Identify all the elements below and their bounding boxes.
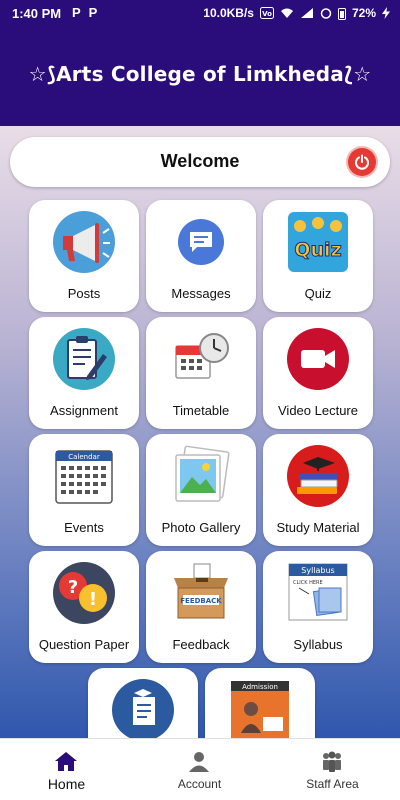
power-icon (355, 154, 369, 170)
quiz-icon-text: Quiz (294, 239, 341, 261)
nav-account[interactable]: Account (133, 739, 266, 800)
tile-timetable[interactable]: Timetable (146, 317, 256, 429)
notification-p-icon: P (88, 5, 98, 20)
tile-photo-gallery[interactable]: Photo Gallery (146, 434, 256, 546)
alarm-icon (320, 8, 332, 19)
tile-messages[interactable]: Messages (146, 200, 256, 312)
gallery-icon (175, 445, 230, 502)
volte-icon: Vo (259, 7, 274, 19)
tile-quiz[interactable]: Quiz Quiz (263, 200, 373, 312)
nav-home[interactable]: Home (0, 739, 133, 800)
syllabus-click-text: CLICK HERE (293, 580, 323, 586)
tile-study-material[interactable]: Study Material (263, 434, 373, 546)
staff-icon (323, 751, 341, 772)
account-icon (189, 752, 209, 772)
network-speed: 10.0KB/s (203, 6, 254, 20)
question-icon: ? ! (53, 562, 115, 624)
wifi-icon (280, 8, 293, 18)
tile-question-paper[interactable]: ? ! Question Paper (29, 551, 139, 663)
welcome-bar: Welcome (10, 137, 390, 187)
admission-icon: Admission (231, 681, 289, 738)
notification-p-icon: P (72, 5, 81, 20)
tile-label: Feedback (172, 637, 230, 652)
logout-button[interactable] (348, 148, 376, 176)
syllabus-icon-text: Syllabus (301, 566, 334, 575)
tile-video-lecture[interactable]: Video Lecture (263, 317, 373, 429)
quiz-icon: Quiz (288, 212, 348, 272)
tile-label: Question Paper (38, 637, 130, 652)
status-app-icons: P P (72, 5, 97, 20)
video-icon (287, 328, 349, 390)
tile-feedback[interactable]: FEEDBACK Feedback (146, 551, 256, 663)
tile-posts[interactable]: Posts (29, 200, 139, 312)
tile-label: Messages (171, 286, 231, 301)
nav-label: Home (47, 776, 86, 792)
dashboard-area: Welcome Posts Messages Quiz Quiz Assignm… (0, 126, 400, 738)
calendar-icon: Calendar (55, 450, 113, 504)
battery-icon (337, 7, 346, 20)
calendar-icon-text: Calendar (68, 453, 100, 461)
tile-label: Photo Gallery (161, 520, 241, 535)
app-header: 1:40 PM P P 10.0KB/s Vo 72% ☆⟆Arts Colle… (0, 0, 400, 126)
tile-label: Events (64, 520, 104, 535)
tile-certificate[interactable] (88, 668, 198, 738)
page-title: ☆⟆Arts College of Limkheda⟅☆ (28, 62, 372, 86)
signal-icon (300, 8, 313, 18)
svg-text:!: ! (89, 589, 97, 610)
tile-label: Quiz (304, 286, 332, 301)
charging-icon (382, 7, 390, 19)
nav-label: Staff Area (306, 777, 359, 791)
home-icon (55, 752, 77, 771)
welcome-text: Welcome (160, 151, 240, 171)
svg-text:?: ? (68, 577, 78, 598)
status-right: 10.0KB/s Vo 72% (203, 6, 390, 20)
status-bar: 1:40 PM P P 10.0KB/s Vo 72% (0, 0, 400, 26)
tile-label: Study Material (276, 520, 360, 535)
svg-text:Vo: Vo (262, 10, 272, 18)
tile-label: Assignment (50, 403, 118, 418)
tile-label: Posts (67, 286, 101, 301)
certificate-icon (112, 679, 174, 738)
admission-icon-text: Admission (242, 683, 278, 691)
megaphone-icon (53, 211, 115, 273)
tile-admission[interactable]: Admission (205, 668, 315, 738)
assignment-icon (53, 328, 115, 390)
feedback-icon: FEEDBACK (174, 563, 228, 619)
syllabus-icon: Syllabus CLICK HERE (288, 563, 348, 621)
timetable-icon (175, 333, 229, 379)
nav-label: Account (177, 777, 222, 791)
tile-assignment[interactable]: Assignment (29, 317, 139, 429)
battery-level: 72% (351, 6, 376, 20)
feedback-icon-text: FEEDBACK (180, 597, 222, 605)
tile-label: Syllabus (293, 637, 343, 652)
message-icon (178, 219, 224, 265)
books-icon (287, 445, 349, 507)
tile-label: Video Lecture (278, 403, 358, 418)
tile-events[interactable]: Calendar Events (29, 434, 139, 546)
tile-syllabus[interactable]: Syllabus CLICK HERE Syllabus (263, 551, 373, 663)
nav-staff-area[interactable]: Staff Area (266, 739, 399, 800)
bottom-nav: Home Account Staff Area (0, 738, 400, 800)
status-time: 1:40 PM (12, 6, 62, 21)
tile-label: Timetable (172, 403, 230, 418)
